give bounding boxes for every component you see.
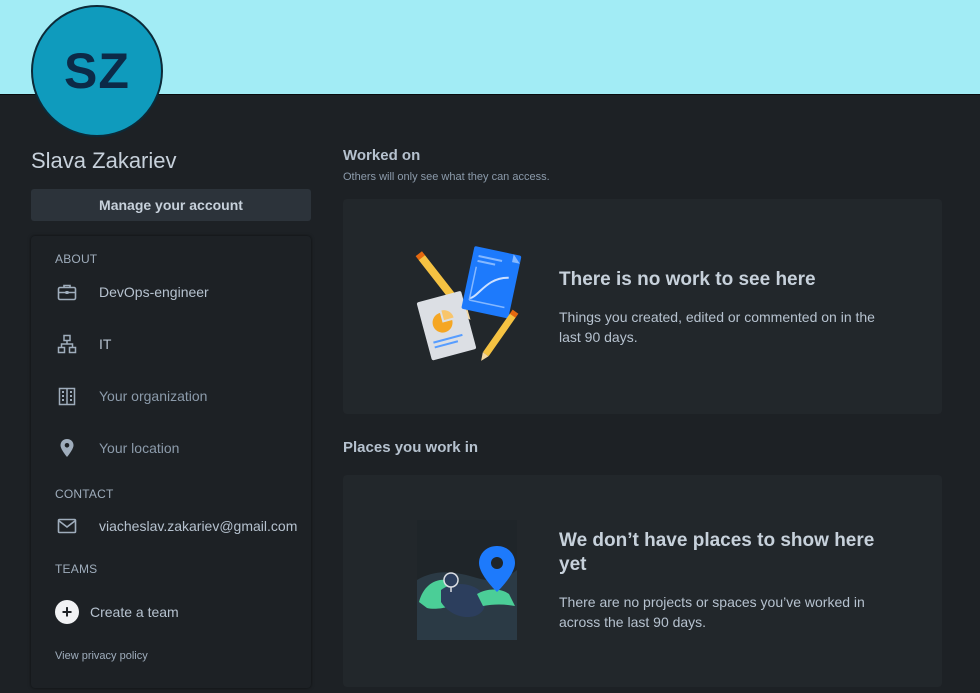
documents-illustration: [415, 246, 522, 361]
contact-section-title: CONTACT: [55, 487, 114, 501]
places-empty-state: We don’t have places to show here yet Th…: [343, 475, 942, 687]
worked-on-heading: Worked on: [343, 147, 421, 164]
org-chart-icon: [55, 332, 79, 356]
location-row[interactable]: Your location: [55, 436, 179, 460]
job-title-text: DevOps-engineer: [99, 284, 209, 300]
worked-on-empty-state: There is no work to see here Things you …: [343, 199, 942, 414]
privacy-policy-link[interactable]: View privacy policy: [55, 650, 148, 662]
email-text: viacheslav.zakariev@gmail.com: [99, 518, 298, 534]
manage-account-button[interactable]: Manage your account: [31, 189, 311, 221]
building-icon: [55, 384, 79, 408]
teams-section-title: TEAMS: [55, 562, 98, 576]
map-illustration: [417, 520, 517, 640]
email-row[interactable]: viacheslav.zakariev@gmail.com: [55, 514, 297, 538]
about-card: ABOUT DevOps-engineer IT Your organizati…: [31, 236, 311, 688]
department-row[interactable]: IT: [55, 332, 111, 356]
job-title-row[interactable]: DevOps-engineer: [55, 280, 209, 304]
department-text: IT: [99, 336, 112, 352]
organization-text: Your organization: [99, 388, 208, 404]
worked-on-subtitle: Others will only see what they can acces…: [343, 171, 550, 183]
plus-icon: +: [55, 600, 79, 624]
places-heading: Places you work in: [343, 439, 479, 456]
create-team-button[interactable]: + Create a team: [55, 600, 179, 624]
create-team-label: Create a team: [90, 604, 179, 620]
avatar[interactable]: SZ: [31, 5, 163, 137]
worked-on-empty-text: Things you created, edited or commented …: [559, 309, 875, 345]
places-empty-text: There are no projects or spaces you’ve w…: [559, 594, 865, 630]
avatar-initials: SZ: [64, 43, 130, 99]
location-text: Your location: [99, 440, 180, 456]
about-section-title: ABOUT: [55, 252, 98, 266]
profile-name: Slava Zakariev: [31, 148, 177, 173]
worked-on-empty-title: There is no work to see here: [559, 269, 816, 290]
places-empty-title: We don’t have places to show here yet: [559, 530, 875, 575]
organization-row[interactable]: Your organization: [55, 384, 207, 408]
briefcase-icon: [55, 280, 79, 304]
location-pin-icon: [55, 436, 79, 460]
mail-icon: [55, 514, 79, 538]
